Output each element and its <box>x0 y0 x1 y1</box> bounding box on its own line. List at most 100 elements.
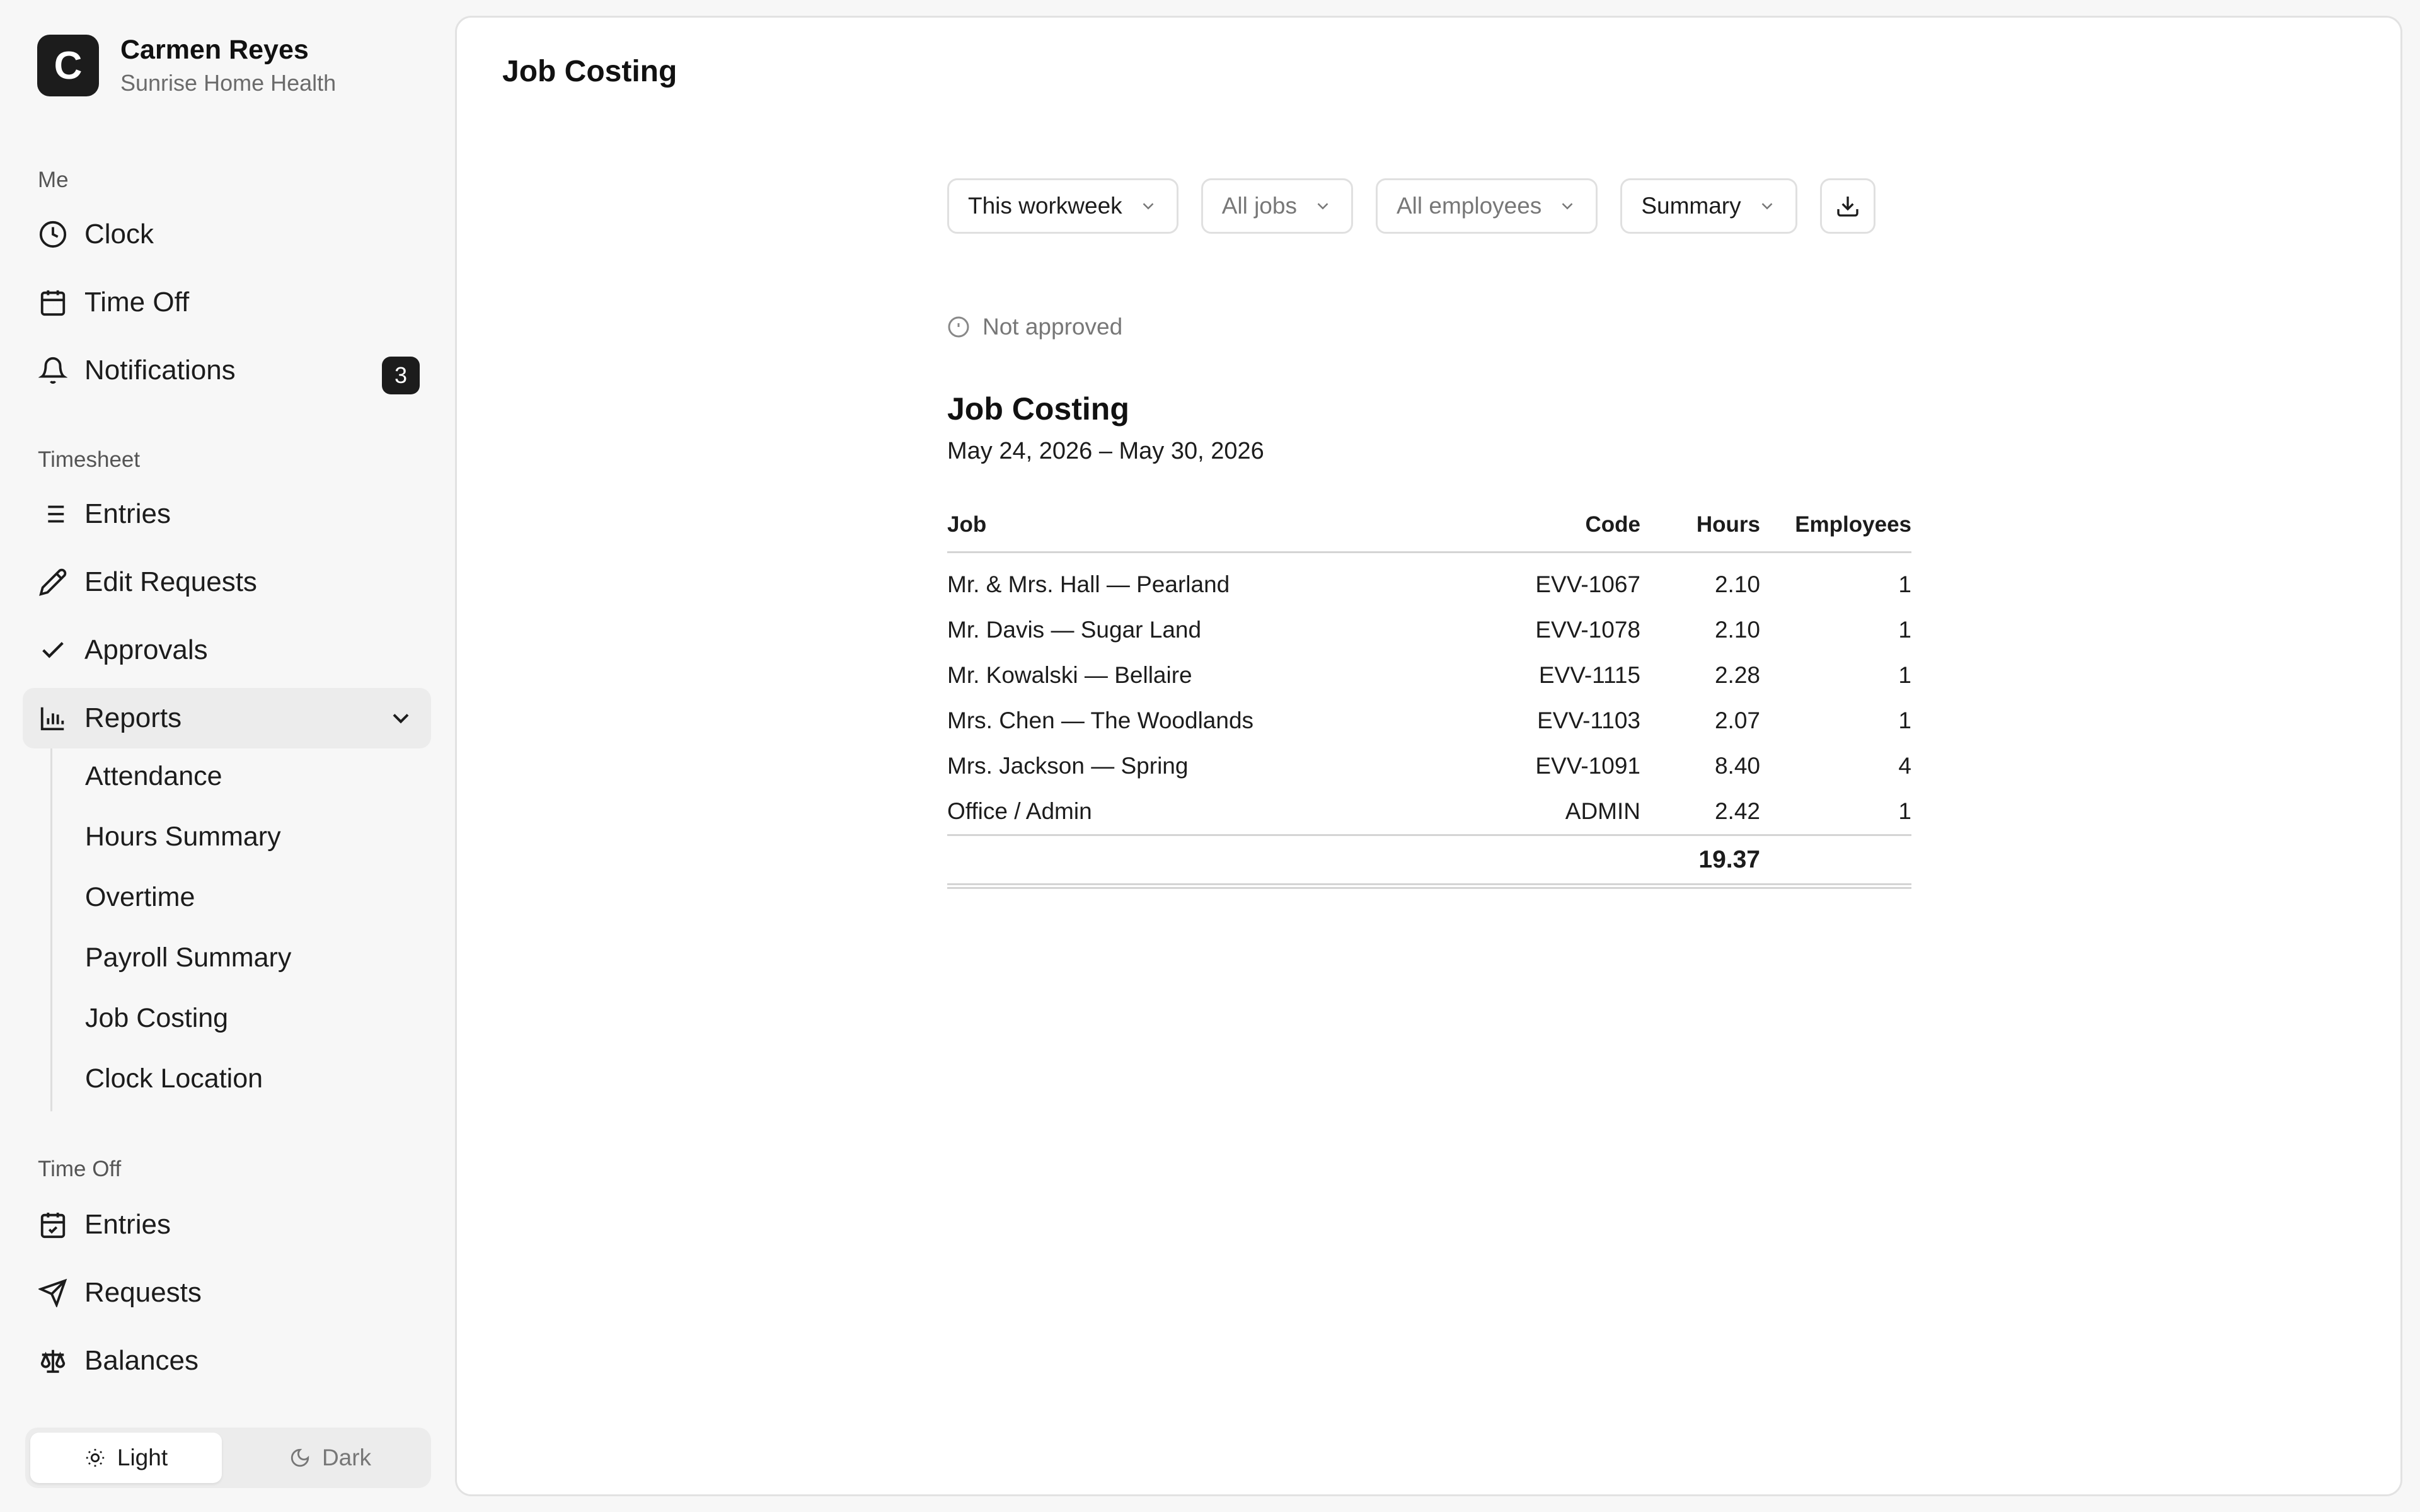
table-row[interactable]: Mr. & Mrs. Hall — Pearland EVV-1067 2.10… <box>947 553 1911 608</box>
sun-icon <box>86 1448 105 1467</box>
sidebar-item-timeoff-entries[interactable]: Entries <box>23 1194 431 1255</box>
section-label-time-off: Time Off <box>38 1157 122 1181</box>
employees-select-value: All employees <box>1396 193 1542 219</box>
report-title: Job Costing <box>947 391 1129 427</box>
sidebar-item-clock[interactable]: Clock <box>23 204 431 265</box>
job-cell: Office / Admin <box>947 798 1092 824</box>
sidebar-item-reports[interactable]: Reports <box>23 688 431 748</box>
hours-cell: 2.10 <box>1714 571 1760 597</box>
job-costing-table: Job Code Hours Employees Mr. & Mrs. Hall… <box>947 512 1911 889</box>
org-logo: C <box>37 35 99 96</box>
sidebar: C Carmen Reyes Sunrise Home Health Me Cl… <box>0 0 454 1512</box>
column-header-hours[interactable]: Hours <box>1640 512 1760 553</box>
code-cell: EVV-1091 <box>1535 753 1640 779</box>
scale-icon <box>37 1344 69 1377</box>
hours-cell: 2.07 <box>1714 707 1760 733</box>
column-header-job[interactable]: Job <box>947 512 1489 553</box>
report-item-clock-location[interactable]: Clock Location <box>85 1063 263 1094</box>
code-cell: EVV-1115 <box>1538 662 1640 688</box>
employees-cell: 1 <box>1898 707 1911 733</box>
report-item-payroll-summary[interactable]: Payroll Summary <box>85 942 291 973</box>
approval-status-text: Not approved <box>982 314 1123 340</box>
sidebar-item-edit-requests[interactable]: Edit Requests <box>23 552 431 612</box>
reports-submenu-rail <box>50 748 52 1111</box>
job-cell: Mrs. Chen — The Woodlands <box>947 707 1254 733</box>
main-panel: Job Costing This workweek All jobs All e… <box>455 16 2402 1496</box>
employees-cell: 1 <box>1898 798 1911 824</box>
account-header[interactable]: C Carmen Reyes Sunrise Home Health <box>37 33 336 98</box>
report-item-attendance[interactable]: Attendance <box>85 761 222 792</box>
sidebar-item-label: Notifications <box>84 355 236 386</box>
chevron-down-icon <box>1317 203 1328 210</box>
theme-dark-label: Dark <box>321 1445 372 1470</box>
clock-icon <box>37 218 69 251</box>
user-name: Carmen Reyes <box>120 35 309 65</box>
theme-light-label: Light <box>117 1445 168 1470</box>
chevron-down-icon <box>1761 203 1773 210</box>
info-circle-icon <box>948 316 969 338</box>
table-row[interactable]: Mrs. Chen — The Woodlands EVV-1103 2.07 … <box>947 698 1911 743</box>
sidebar-item-time-off[interactable]: Time Off <box>23 272 431 333</box>
list-icon <box>37 498 69 530</box>
sidebar-item-label: Entries <box>84 1209 171 1240</box>
chevron-down-icon <box>1562 203 1573 210</box>
column-header-code[interactable]: Code <box>1489 512 1640 553</box>
chevron-down-icon[interactable] <box>387 704 415 732</box>
period-select-value: This workweek <box>968 193 1122 219</box>
employees-select[interactable]: All employees <box>1375 178 1598 234</box>
org-name: Sunrise Home Health <box>120 70 337 96</box>
job-cell: Mr. Davis — Sugar Land <box>947 617 1202 643</box>
theme-light-button[interactable]: Light <box>30 1433 222 1483</box>
approval-status: Not approved <box>947 314 1122 340</box>
theme-toggle: Light Dark <box>25 1428 431 1488</box>
code-cell: ADMIN <box>1565 798 1640 824</box>
sidebar-item-approvals[interactable]: Approvals <box>23 620 431 680</box>
download-button[interactable] <box>1819 178 1876 234</box>
sidebar-item-label: Approvals <box>84 634 208 665</box>
calendar-check-icon <box>37 1208 69 1241</box>
check-icon <box>37 634 69 667</box>
theme-dark-button[interactable]: Dark <box>234 1433 426 1483</box>
sidebar-item-balances[interactable]: Balances <box>23 1331 431 1391</box>
job-cell: Mr. Kowalski — Bellaire <box>947 662 1192 688</box>
employees-cell: 4 <box>1898 753 1911 779</box>
report-date-range: May 24, 2026 – May 30, 2026 <box>947 438 1264 464</box>
hours-cell: 2.10 <box>1714 617 1760 643</box>
employees-cell: 1 <box>1898 617 1911 643</box>
code-cell: EVV-1067 <box>1535 571 1640 597</box>
period-select[interactable]: This workweek <box>947 178 1178 234</box>
sidebar-item-notifications[interactable]: Notifications 3 <box>23 340 431 401</box>
code-cell: EVV-1078 <box>1535 617 1640 643</box>
view-select[interactable]: Summary <box>1620 178 1797 234</box>
column-header-employees[interactable]: Employees <box>1760 512 1911 553</box>
table-header-row: Job Code Hours Employees <box>947 512 1911 553</box>
report-item-job-costing[interactable]: Job Costing <box>85 1003 228 1034</box>
section-label-timesheet: Timesheet <box>38 447 141 472</box>
report-item-overtime[interactable]: Overtime <box>85 882 195 913</box>
sidebar-item-label: Edit Requests <box>84 566 257 597</box>
table-row[interactable]: Office / Admin ADMIN 2.42 1 <box>947 789 1911 835</box>
hours-cell: 2.28 <box>1714 662 1760 688</box>
job-cell: Mr. & Mrs. Hall — Pearland <box>947 571 1230 597</box>
sidebar-item-requests[interactable]: Requests <box>23 1263 431 1323</box>
report-item-hours-summary[interactable]: Hours Summary <box>85 822 281 852</box>
moon-icon <box>291 1448 309 1467</box>
calendar-icon <box>37 286 69 319</box>
jobs-select-value: All jobs <box>1221 193 1297 219</box>
table-row[interactable]: Mr. Kowalski — Bellaire EVV-1115 2.28 1 <box>947 653 1911 698</box>
total-row: 19.37 <box>947 834 1911 889</box>
sidebar-item-label: Balances <box>84 1345 199 1376</box>
code-cell: EVV-1103 <box>1537 707 1640 733</box>
bar-chart-icon <box>37 702 69 735</box>
table-row[interactable]: Mrs. Jackson — Spring EVV-1091 8.40 4 <box>947 743 1911 789</box>
section-label-me: Me <box>38 168 69 192</box>
jobs-select[interactable]: All jobs <box>1201 178 1353 234</box>
table-row[interactable]: Mr. Davis — Sugar Land EVV-1078 2.10 1 <box>947 607 1911 653</box>
sidebar-item-label: Reports <box>84 702 182 733</box>
sidebar-item-label: Clock <box>84 219 154 249</box>
total-hours-cell: 19.37 <box>1640 834 1760 889</box>
sidebar-item-entries[interactable]: Entries <box>23 484 431 544</box>
bell-icon <box>37 354 69 387</box>
report-filters: This workweek All jobs All employees Sum… <box>947 178 1876 234</box>
view-select-value: Summary <box>1641 193 1741 219</box>
